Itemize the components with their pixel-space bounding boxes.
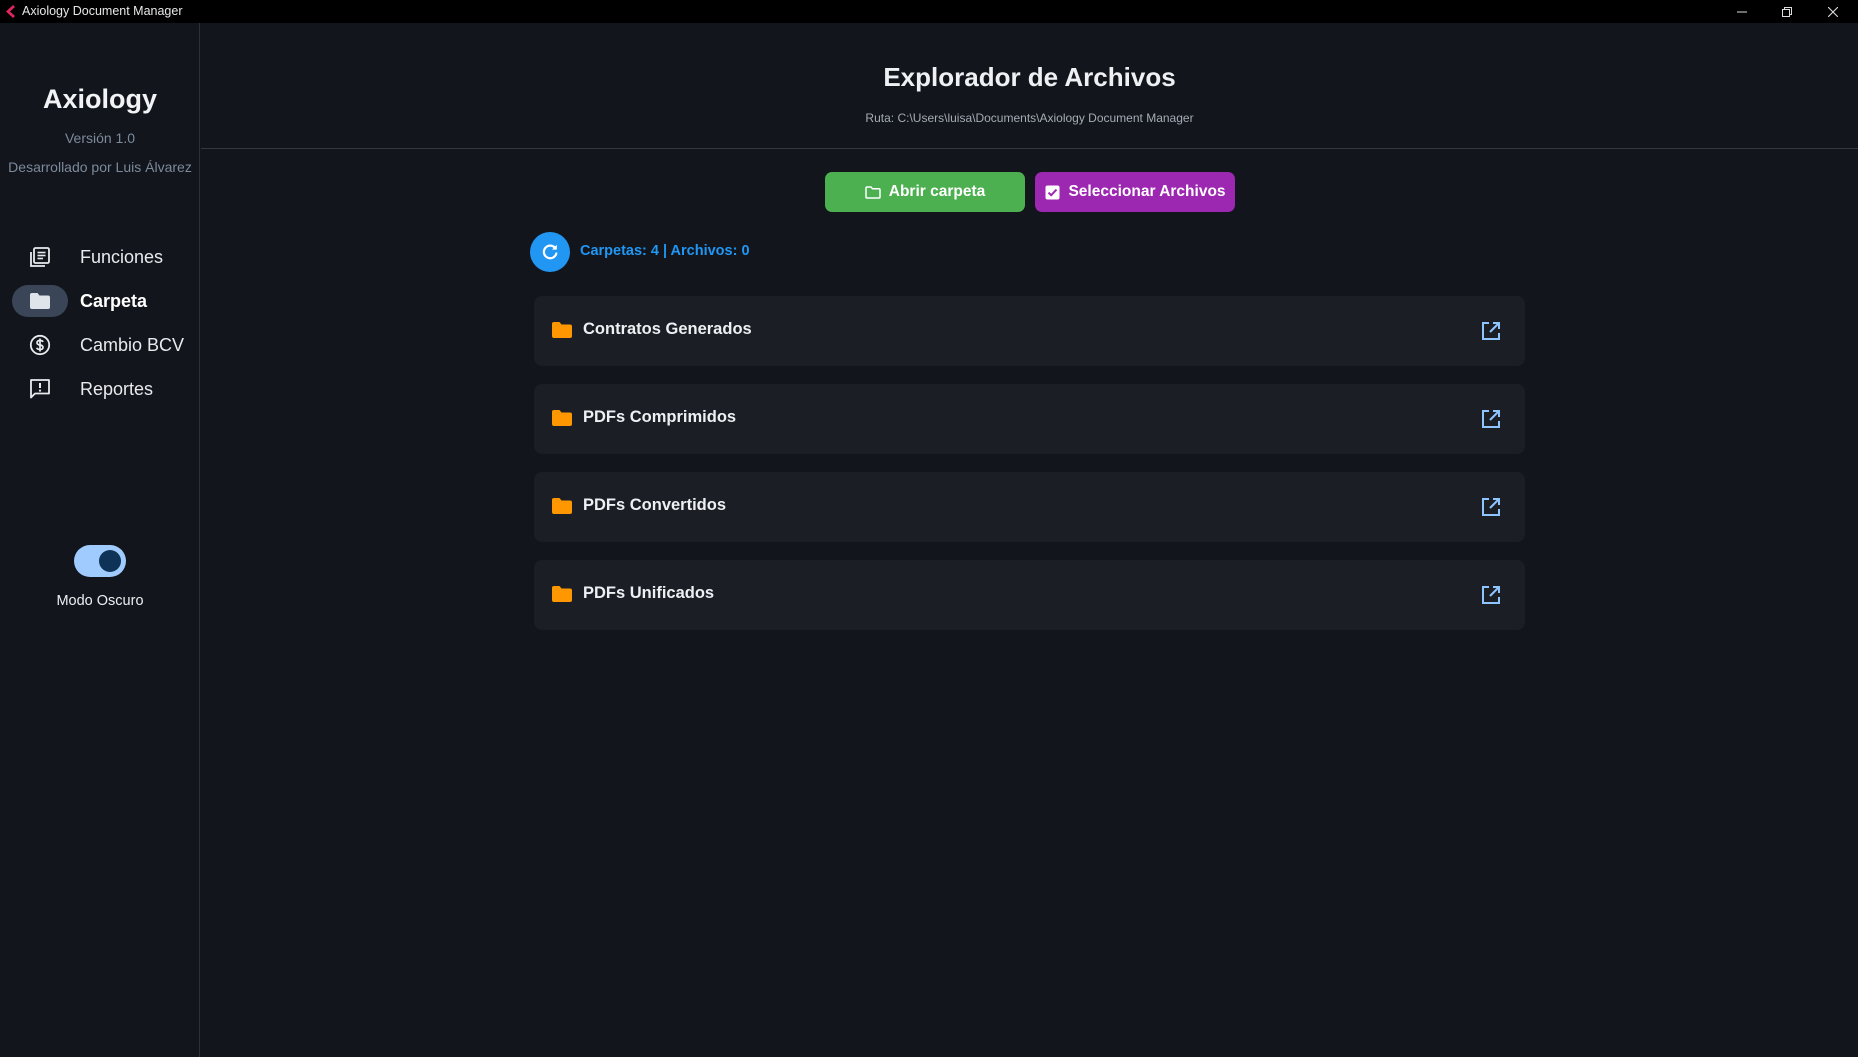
checkbox-icon [1044,184,1060,200]
folder-icon [552,586,572,602]
close-button[interactable] [1811,0,1855,23]
folder-icon [552,498,572,514]
nav-label-funciones: Funciones [80,247,164,267]
folder-name: PDFs Convertidos [583,496,727,514]
refresh-icon [542,244,558,260]
folder-name: PDFs Comprimidos [583,408,737,426]
folder-icon [28,290,52,312]
developer-label: Desarrollado por Luis Álvarez [8,159,192,175]
nav-label-carpeta: Carpeta [80,291,148,311]
nav-item-carpeta[interactable]: Carpeta [12,285,190,317]
select-files-label: Seleccionar Archivos [1068,183,1226,200]
minimize-icon [1737,11,1747,12]
folder-row[interactable]: Contratos Generados [534,296,1525,366]
refresh-button[interactable] [530,232,570,272]
sidebar: Axiology Versión 1.0 Desarrollado por Lu… [0,23,200,1057]
brand-title: Axiology [42,84,157,114]
select-files-button[interactable]: Seleccionar Archivos [1035,172,1235,212]
folder-outline-icon [865,184,881,200]
dark-mode-toggle[interactable] [74,545,126,577]
page-title: Explorador de Archivos [883,62,1176,92]
dollar-circle-icon [28,334,52,356]
open-external-icon[interactable] [1480,584,1502,606]
restore-button[interactable] [1765,0,1809,23]
open-folder-button[interactable]: Abrir carpeta [825,172,1025,212]
nav-label-cambio-bcv: Cambio BCV [80,335,185,355]
nav-item-reportes[interactable]: Reportes [12,373,190,405]
library-icon [28,246,52,268]
folder-row[interactable]: PDFs Unificados [534,560,1525,630]
folder-icon [552,322,572,338]
toggle-knob [99,550,121,572]
title-bar: Axiology Document Manager [0,0,1858,23]
folder-file-counts: Carpetas: 4 | Archivos: 0 [580,243,750,259]
dark-mode-label: Modo Oscuro [56,593,144,609]
header-divider [201,148,1858,149]
folder-row[interactable]: PDFs Comprimidos [534,384,1525,454]
main-content: Explorador de Archivos Ruta: C:\Users\lu… [201,23,1858,1057]
version-label: Versión 1.0 [64,130,136,146]
close-icon [1828,6,1838,17]
minimize-button[interactable] [1720,0,1764,23]
folder-icon [552,410,572,426]
app-logo-icon [6,5,15,18]
open-folder-label: Abrir carpeta [888,183,986,200]
report-icon [28,378,52,400]
folder-row[interactable]: PDFs Convertidos [534,472,1525,542]
folder-name: PDFs Unificados [583,584,715,602]
open-external-icon[interactable] [1480,320,1502,342]
nav-item-funciones[interactable]: Funciones [12,241,190,273]
path-label: Ruta: C:\Users\luisa\Documents\Axiology … [865,111,1194,125]
folder-name: Contratos Generados [583,320,752,338]
window-title: Axiology Document Manager [22,4,183,18]
open-external-icon[interactable] [1480,496,1502,518]
nav-label-reportes: Reportes [80,379,154,399]
restore-icon [1782,6,1792,17]
nav-item-cambio-bcv[interactable]: Cambio BCV [12,329,190,361]
open-external-icon[interactable] [1480,408,1502,430]
